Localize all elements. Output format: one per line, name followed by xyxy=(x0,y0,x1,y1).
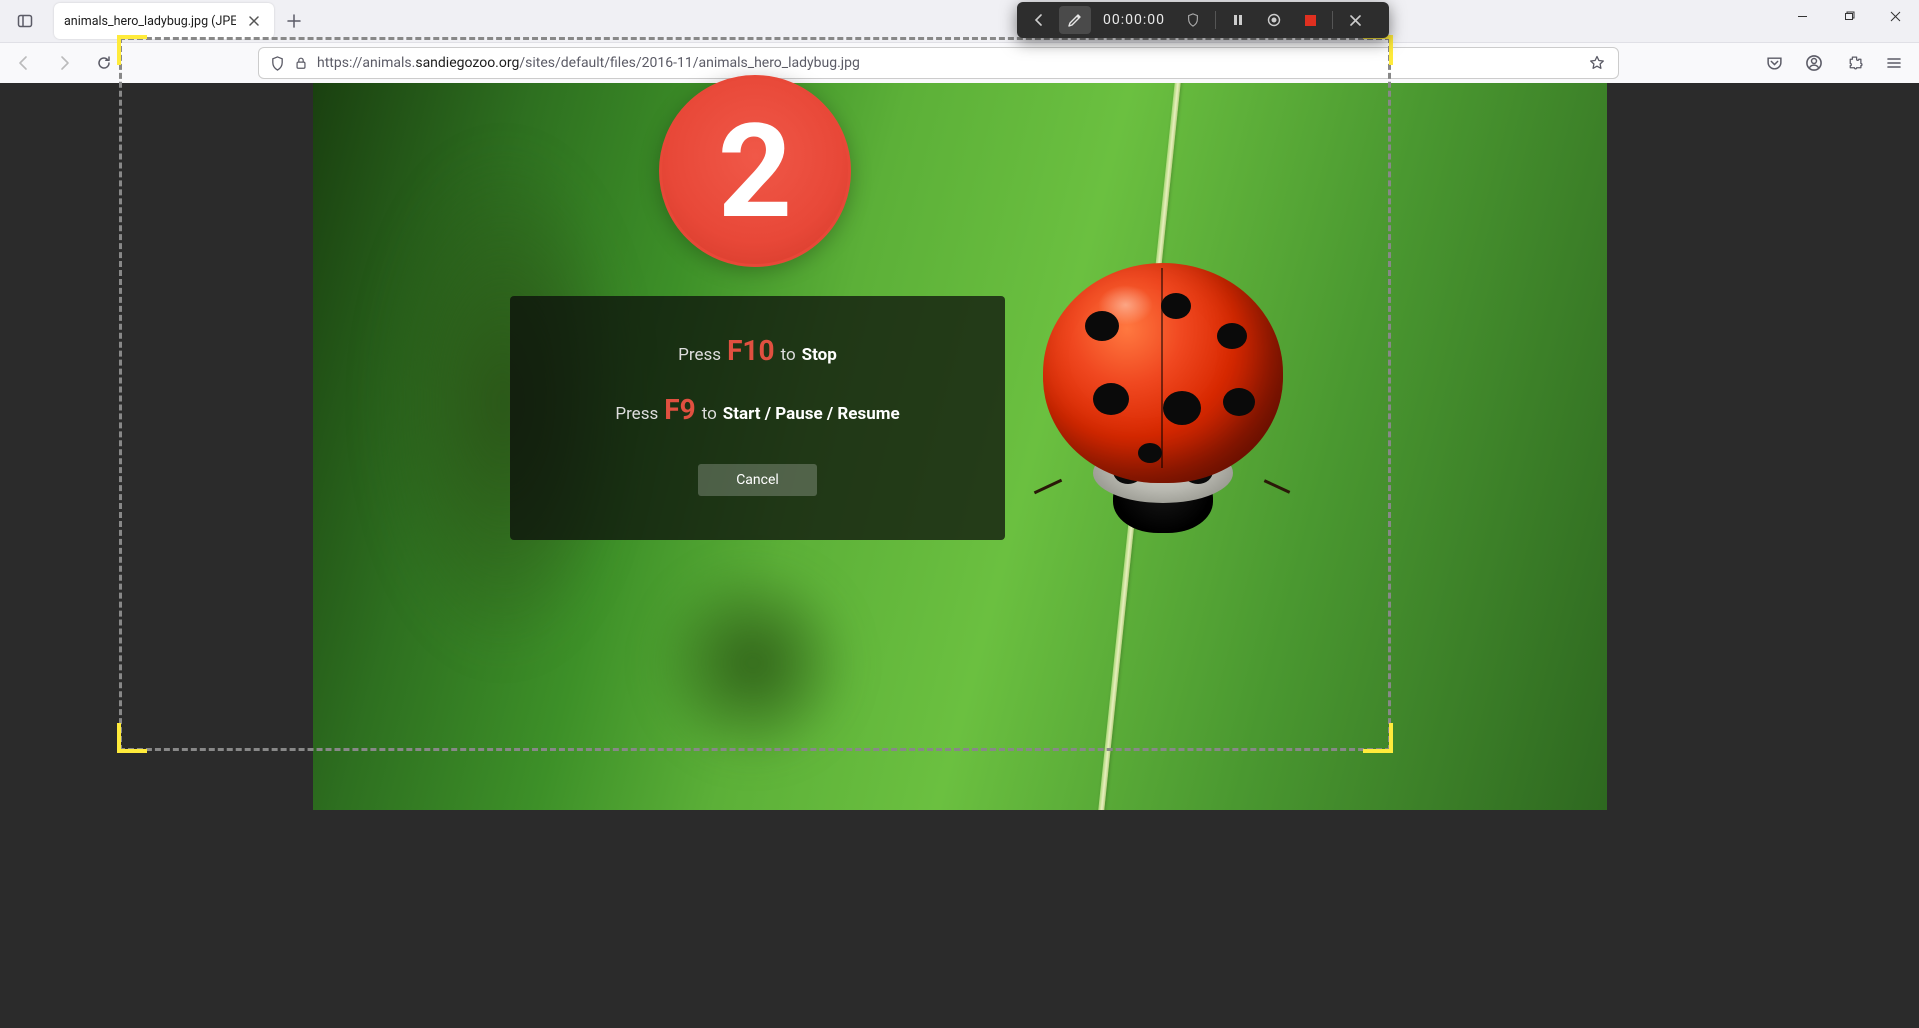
pocket-icon xyxy=(1766,55,1783,72)
recorder-pause-button[interactable] xyxy=(1222,6,1254,34)
account-icon xyxy=(1805,54,1823,72)
window-controls xyxy=(1779,0,1919,32)
minimize-icon xyxy=(1797,11,1808,22)
reload-button[interactable] xyxy=(88,47,120,79)
tab-close-button[interactable] xyxy=(244,11,264,31)
tab-title: animals_hero_ladybug.jpg (JPEG Im xyxy=(64,14,236,29)
recorder-close-button[interactable] xyxy=(1339,6,1371,34)
hotkey-stop-action: Stop xyxy=(802,345,837,365)
recorder-shield-button[interactable] xyxy=(1177,6,1209,34)
label-press: Press xyxy=(678,345,721,365)
label-to: to xyxy=(781,345,796,365)
shield-outline-icon xyxy=(1186,13,1200,27)
label-to: to xyxy=(702,404,717,424)
bg-blur xyxy=(653,563,853,763)
leg xyxy=(1033,479,1061,494)
star-icon xyxy=(1589,55,1605,71)
url-path: /sites/default/files/2016-11/animals_her… xyxy=(519,55,860,71)
spot xyxy=(1217,323,1247,349)
menu-button[interactable] xyxy=(1877,46,1911,80)
recorder-toolbar[interactable]: 00:00:00 xyxy=(1017,2,1389,38)
window-close-button[interactable] xyxy=(1872,0,1919,32)
back-button[interactable] xyxy=(8,47,40,79)
sidebar-toggle[interactable] xyxy=(8,4,42,38)
close-icon xyxy=(1890,11,1901,22)
hotkey-start-line: Press F9 to Start / Pause / Resume xyxy=(615,393,899,426)
hotkey-stop-key: F10 xyxy=(727,334,775,367)
url-bar[interactable]: https://animals.sandiegozoo.org/sites/de… xyxy=(258,47,1619,79)
bookmark-button[interactable] xyxy=(1586,52,1608,74)
spot xyxy=(1138,443,1162,463)
ladybug xyxy=(1043,263,1283,543)
spot xyxy=(1161,293,1191,319)
spot xyxy=(1163,391,1201,425)
extensions-button[interactable] xyxy=(1837,46,1871,80)
recorder-timer: 00:00:00 xyxy=(1095,12,1173,28)
arrow-left-icon xyxy=(16,55,32,71)
forward-button[interactable] xyxy=(48,47,80,79)
hotkey-start-key: F9 xyxy=(664,393,695,426)
wing-seam xyxy=(1161,268,1163,468)
url-text: https://animals.sandiegozoo.org/sites/de… xyxy=(317,55,1578,71)
hotkey-start-action: Start / Pause / Resume xyxy=(723,404,900,424)
countdown-number: 2 xyxy=(718,95,793,248)
spot xyxy=(1085,311,1119,341)
window-maximize-button[interactable] xyxy=(1826,0,1873,32)
separator xyxy=(1215,11,1216,29)
url-prefix: https://animals. xyxy=(317,55,415,71)
recorder-back-button[interactable] xyxy=(1023,6,1055,34)
arrow-right-icon xyxy=(56,55,72,71)
record-icon xyxy=(1267,13,1281,27)
recorder-stop-button[interactable] xyxy=(1294,6,1326,34)
sidebar-icon xyxy=(17,13,33,29)
hotkey-stop-line: Press F10 to Stop xyxy=(678,334,837,367)
window-minimize-button[interactable] xyxy=(1779,0,1826,32)
account-button[interactable] xyxy=(1797,46,1831,80)
tab-bar: animals_hero_ladybug.jpg (JPEG Im xyxy=(0,0,1919,42)
stop-icon xyxy=(1305,15,1316,26)
pause-icon xyxy=(1232,14,1244,26)
pocket-button[interactable] xyxy=(1757,46,1791,80)
url-domain: sandiegozoo.org xyxy=(415,55,519,71)
plus-icon xyxy=(287,14,301,28)
ladybug-body xyxy=(1043,263,1283,483)
puzzle-icon xyxy=(1846,55,1863,72)
cancel-button[interactable]: Cancel xyxy=(698,464,817,496)
close-icon xyxy=(1350,15,1361,26)
spot xyxy=(1223,388,1255,416)
countdown-badge: 2 xyxy=(659,75,851,267)
browser-tab[interactable]: animals_hero_ladybug.jpg (JPEG Im xyxy=(54,3,274,39)
close-icon xyxy=(249,16,259,26)
shield-icon xyxy=(269,55,285,71)
pencil-icon xyxy=(1067,12,1083,28)
lock-icon xyxy=(293,55,309,71)
browser-chrome: animals_hero_ladybug.jpg (JPEG Im xyxy=(0,0,1919,83)
hamburger-icon xyxy=(1886,55,1902,71)
maximize-icon xyxy=(1844,11,1855,22)
label-press: Press xyxy=(615,404,658,424)
nav-bar: https://animals.sandiegozoo.org/sites/de… xyxy=(0,42,1919,83)
reload-icon xyxy=(96,55,112,71)
new-tab-button[interactable] xyxy=(278,5,310,37)
toolbar-right xyxy=(1757,46,1911,80)
hotkey-panel: Press F10 to Stop Press F9 to Start / Pa… xyxy=(510,296,1005,540)
recorder-record-button[interactable] xyxy=(1258,6,1290,34)
spot xyxy=(1093,383,1129,415)
viewport xyxy=(0,83,1919,1028)
chevron-left-icon xyxy=(1033,14,1045,26)
separator xyxy=(1332,11,1333,29)
leg xyxy=(1263,479,1290,494)
recorder-annotate-button[interactable] xyxy=(1059,6,1091,34)
